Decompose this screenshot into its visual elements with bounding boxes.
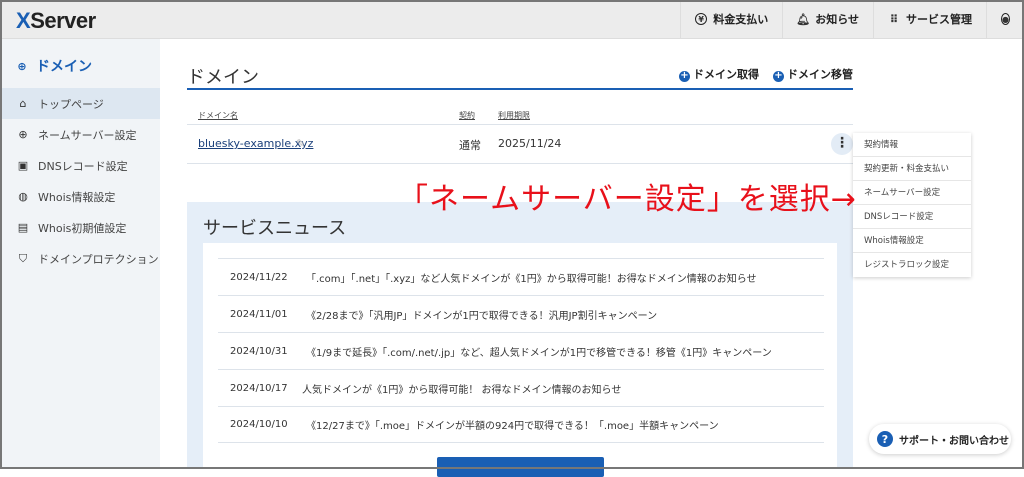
page-title: ドメイン — [187, 67, 259, 88]
title-underline — [187, 88, 853, 90]
news-text[interactable]: 《1/9まで延長》「.com/.net/.jp」など、超人気ドメインが1円で移管… — [306, 344, 772, 359]
header-nav: ¥ 料金支払い 🔔︎ お知らせ ⠿ サービス管理 ● — [680, 0, 1024, 38]
plus-icon: + — [679, 70, 690, 82]
grid-icon: ⠿ — [889, 12, 899, 26]
col-header-domain[interactable]: ドメイン名 — [198, 110, 238, 121]
sidebar-item-dns[interactable]: ▣ DNSレコード設定 — [0, 150, 160, 181]
document-icon: ▤ — [17, 221, 29, 234]
support-label: サポート・お問い合わせ — [899, 435, 1009, 447]
contract-type: 通常 — [459, 139, 481, 152]
menu-item-nameserver[interactable]: ネームサーバー設定 — [853, 181, 971, 205]
sidebar-item-label: トップページ — [38, 97, 104, 111]
acquire-domain-button[interactable]: + ドメイン取得 — [679, 66, 759, 82]
news-date: 2024/11/22 — [230, 271, 288, 283]
col-header-expiry[interactable]: 利用期限 — [498, 110, 530, 121]
yen-icon: ¥ — [695, 13, 708, 25]
news-date: 2024/10/31 — [230, 345, 288, 357]
shield-icon: ⛉ — [18, 251, 28, 265]
header-account[interactable]: ● — [986, 0, 1024, 38]
sidebar: ⊕ ドメイン ⌂ トップページ ⊕ ネームサーバー設定 ▣ DNSレコード設定 ◍ Who… — [0, 39, 160, 469]
transfer-domain-button[interactable]: + ドメイン移管 — [773, 66, 853, 82]
edit-pencil-icon[interactable]: ✎ — [296, 137, 305, 150]
bell-icon: 🔔︎ — [796, 12, 811, 26]
news-item[interactable]: 2024/11/22 「.com」「.net」「.xyz」など人気ドメインが《1円… — [218, 258, 824, 295]
whois-icon: ◍ — [18, 190, 28, 203]
sidebar-item-label: ドメインプロテクション — [38, 252, 159, 266]
top-header: XServer ¥ 料金支払い 🔔︎ お知らせ ⠿ サービス管理 ● — [0, 0, 1024, 39]
sidebar-item-protection[interactable]: ⛉ ドメインプロテクション — [0, 243, 160, 274]
acquire-domain-label: ドメイン取得 — [693, 68, 759, 81]
news-date: 2024/11/01 — [230, 308, 288, 320]
divider — [187, 163, 853, 164]
news-text[interactable]: 「.com」「.net」「.xyz」など人気ドメインが《1円》から取得可能！お得… — [306, 270, 757, 285]
expiry-date: 2025/11/24 — [498, 137, 562, 150]
sidebar-item-nameserver[interactable]: ⊕ ネームサーバー設定 — [0, 119, 160, 150]
news-item[interactable]: 2024/11/01 《2/28まで》「汎用JP」ドメインが1円で取得できる！汎用… — [218, 295, 824, 332]
news-date: 2024/10/17 — [230, 382, 288, 394]
header-payment-label: 料金支払い — [713, 13, 769, 26]
options-menu: 契約情報 契約更新・料金支払い ネームサーバー設定 DNSレコード設定 Whoi… — [853, 133, 971, 277]
news-item[interactable]: 2024/10/17 人気ドメインが《1円》から取得可能！ お得なドメイン情報のお… — [218, 369, 824, 406]
sidebar-item-top[interactable]: ⌂ トップページ — [0, 88, 160, 119]
sidebar-item-label: Whois初期値設定 — [38, 221, 127, 235]
menu-item-renew[interactable]: 契約更新・料金支払い — [853, 157, 971, 181]
sidebar-item-label: Whois情報設定 — [38, 190, 116, 204]
globe-icon: ⊕ — [18, 128, 28, 141]
globe-icon: ⊕ — [17, 59, 27, 73]
news-text[interactable]: 《2/28まで》「汎用JP」ドメインが1円で取得できる！汎用JP割引キャンペーン — [306, 307, 657, 322]
support-button[interactable]: ? サポート・お問い合わせ — [869, 424, 1011, 454]
header-payment[interactable]: ¥ 料金支払い — [680, 0, 782, 38]
news-text[interactable]: 人気ドメインが《1円》から取得可能！ お得なドメイン情報のお知らせ — [302, 381, 621, 396]
news-item[interactable]: 2024/10/10 《12/27まで》「.moe」ドメインが半額の924円で取得… — [218, 406, 824, 443]
service-news-panel: サービスニュース 2024/11/22 「.com」「.net」「.xyz」など人… — [187, 202, 853, 473]
plus-icon: + — [773, 70, 784, 82]
menu-item-dns[interactable]: DNSレコード設定 — [853, 205, 971, 229]
help-icon: ? — [877, 431, 893, 447]
sidebar-item-whois[interactable]: ◍ Whois情報設定 — [0, 181, 160, 212]
header-notice[interactable]: 🔔︎ お知らせ — [782, 0, 873, 38]
sidebar-title-label: ドメイン — [36, 59, 92, 75]
user-icon: ● — [1001, 13, 1010, 25]
menu-item-registrar-lock[interactable]: レジストラロック設定 — [853, 253, 971, 277]
home-icon: ⌂ — [19, 97, 27, 110]
xserver-logo[interactable]: XServer — [16, 8, 96, 34]
annotation-text: 「ネームサーバー設定」を選択→ — [398, 182, 857, 217]
sidebar-item-label: DNSレコード設定 — [38, 159, 128, 173]
server-icon: ▣ — [17, 159, 29, 172]
news-text[interactable]: 《12/27まで》「.moe」ドメインが半額の924円で取得できる！「.moe」… — [306, 417, 719, 432]
news-date: 2024/10/10 — [230, 419, 288, 430]
more-options-button[interactable]: ⋮ — [831, 133, 853, 155]
header-service[interactable]: ⠿ サービス管理 — [873, 0, 986, 38]
sidebar-item-whois-default[interactable]: ▤ Whois初期値設定 — [0, 212, 160, 243]
menu-item-whois[interactable]: Whois情報設定 — [853, 229, 971, 253]
sidebar-item-label: ネームサーバー設定 — [38, 128, 137, 142]
menu-item-contract-info[interactable]: 契約情報 — [853, 133, 971, 157]
sidebar-title: ⊕ ドメイン — [16, 56, 92, 76]
header-service-label: サービス管理 — [906, 13, 972, 26]
more-news-button[interactable] — [437, 457, 604, 477]
domain-actions: + ドメイン取得 + ドメイン移管 — [679, 66, 853, 82]
divider — [187, 124, 853, 125]
news-title: サービスニュース — [203, 218, 347, 239]
transfer-domain-label: ドメイン移管 — [787, 68, 853, 81]
news-item[interactable]: 2024/10/31 《1/9まで延長》「.com/.net/.jp」など、超人気… — [218, 332, 824, 369]
news-list: 2024/11/22 「.com」「.net」「.xyz」など人気ドメインが《1円… — [203, 243, 837, 473]
col-header-contract[interactable]: 契約 — [459, 110, 475, 121]
header-notice-label: お知らせ — [815, 13, 859, 26]
